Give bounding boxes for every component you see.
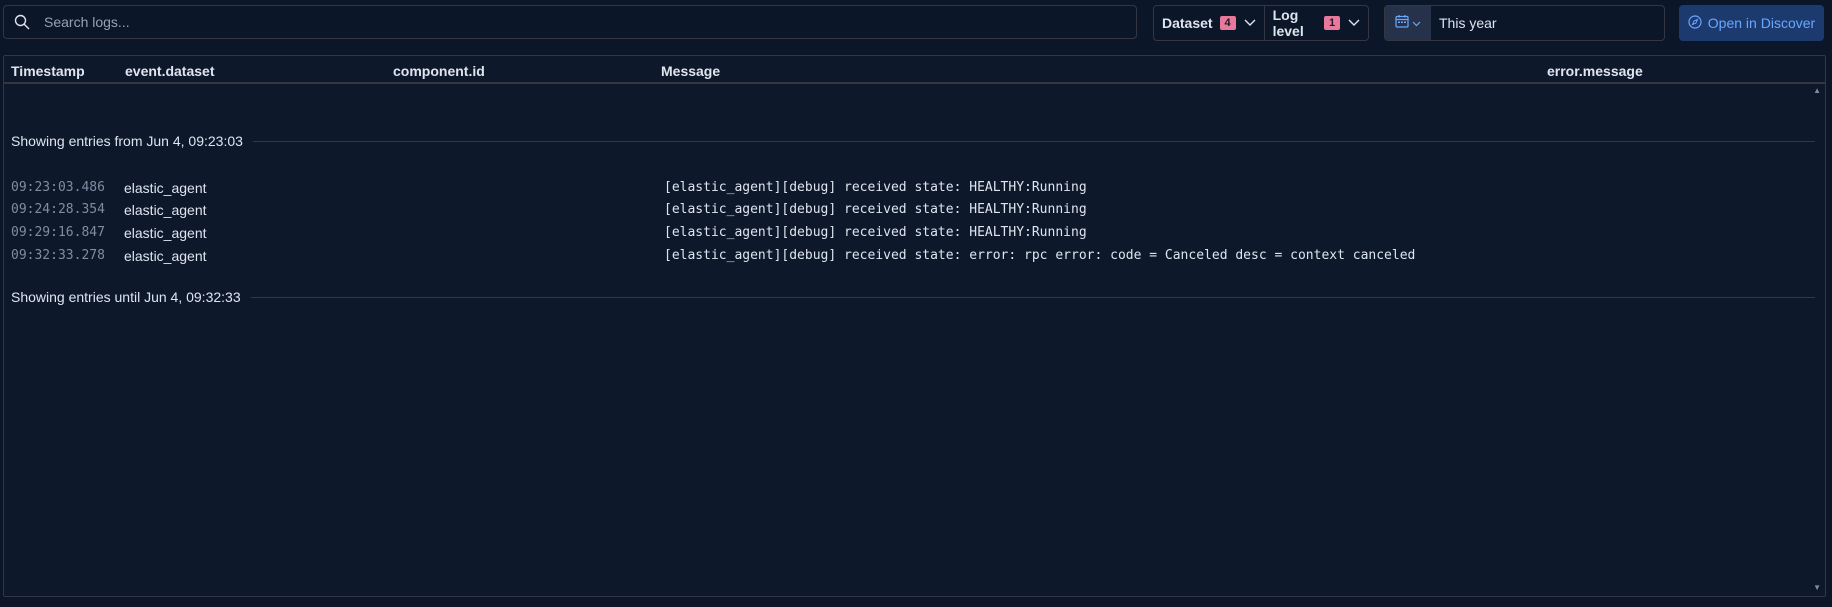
open-in-discover-label: Open in Discover — [1707, 15, 1816, 31]
divider-line — [250, 296, 1815, 298]
entries-start-divider: Showing entries from Jun 4, 09:23:03 — [11, 133, 1815, 149]
entries-start-label: Showing entries from Jun 4, 09:23:03 — [11, 133, 243, 149]
grid-header: Timestamp event.dataset component.id Mes… — [4, 56, 1825, 84]
scroll-down-arrow[interactable]: ▼ — [1813, 583, 1821, 592]
log-message: [elastic_agent][debug] received state: H… — [664, 180, 1087, 195]
search-icon — [14, 13, 32, 31]
filter-group: Dataset 4 Log level 1 — [1153, 5, 1369, 41]
log-timestamp: 09:23:03.486 — [11, 180, 105, 195]
log-message: [elastic_agent][debug] received state: H… — [664, 225, 1087, 240]
column-header-timestamp[interactable]: Timestamp — [11, 63, 85, 79]
toolbar: Dataset 4 Log level 1 This year — [0, 0, 1832, 52]
column-header-error-message[interactable]: error.message — [1547, 63, 1643, 79]
compass-icon — [1688, 14, 1702, 32]
column-header-message[interactable]: Message — [661, 63, 720, 79]
log-dataset: elastic_agent — [124, 225, 207, 241]
date-picker: This year — [1384, 5, 1665, 41]
log-dataset: elastic_agent — [124, 180, 207, 196]
chevron-down-icon — [1244, 19, 1256, 27]
log-timestamp: 09:24:28.354 — [11, 202, 105, 217]
dataset-filter-button[interactable]: Dataset 4 — [1154, 6, 1264, 40]
divider-line — [252, 140, 1815, 142]
date-range-display[interactable]: This year — [1431, 6, 1497, 40]
entries-end-label: Showing entries until Jun 4, 09:32:33 — [11, 289, 241, 305]
column-header-event-dataset[interactable]: event.dataset — [125, 63, 214, 79]
dataset-filter-count-badge: 4 — [1219, 16, 1236, 30]
date-quick-menu-button[interactable] — [1385, 6, 1431, 40]
log-timestamp: 09:29:16.847 — [11, 225, 105, 240]
search-input[interactable] — [42, 13, 1126, 31]
log-stream-grid: Timestamp event.dataset component.id Mes… — [3, 55, 1826, 597]
log-timestamp: 09:32:33.278 — [11, 248, 105, 263]
log-message: [elastic_agent][debug] received state: H… — [664, 202, 1087, 217]
open-in-discover-button[interactable]: Open in Discover — [1679, 5, 1824, 41]
entries-end-divider: Showing entries until Jun 4, 09:32:33 — [11, 289, 1815, 305]
log-level-filter-label: Log level — [1272, 7, 1304, 39]
log-dataset: elastic_agent — [124, 202, 207, 218]
dataset-filter-label: Dataset — [1162, 15, 1213, 31]
calendar-icon — [1395, 14, 1409, 33]
scroll-up-arrow[interactable]: ▲ — [1813, 86, 1821, 95]
log-row[interactable]: 09:29:16.847 elastic_agent [elastic_agen… — [4, 225, 1804, 247]
search-bar[interactable] — [3, 5, 1137, 39]
column-header-component-id[interactable]: component.id — [393, 63, 485, 79]
chevron-down-icon — [1348, 19, 1360, 27]
log-level-filter-count-badge: 1 — [1324, 16, 1340, 30]
log-level-filter-button[interactable]: Log level 1 — [1263, 6, 1368, 40]
log-row[interactable]: 09:32:33.278 elastic_agent [elastic_agen… — [4, 248, 1804, 270]
log-row[interactable]: 09:24:28.354 elastic_agent [elastic_agen… — [4, 202, 1804, 224]
log-row[interactable]: 09:23:03.486 elastic_agent [elastic_agen… — [4, 180, 1804, 202]
log-message: [elastic_agent][debug] received state: e… — [664, 248, 1416, 263]
chevron-down-icon — [1412, 14, 1421, 32]
log-dataset: elastic_agent — [124, 248, 207, 264]
